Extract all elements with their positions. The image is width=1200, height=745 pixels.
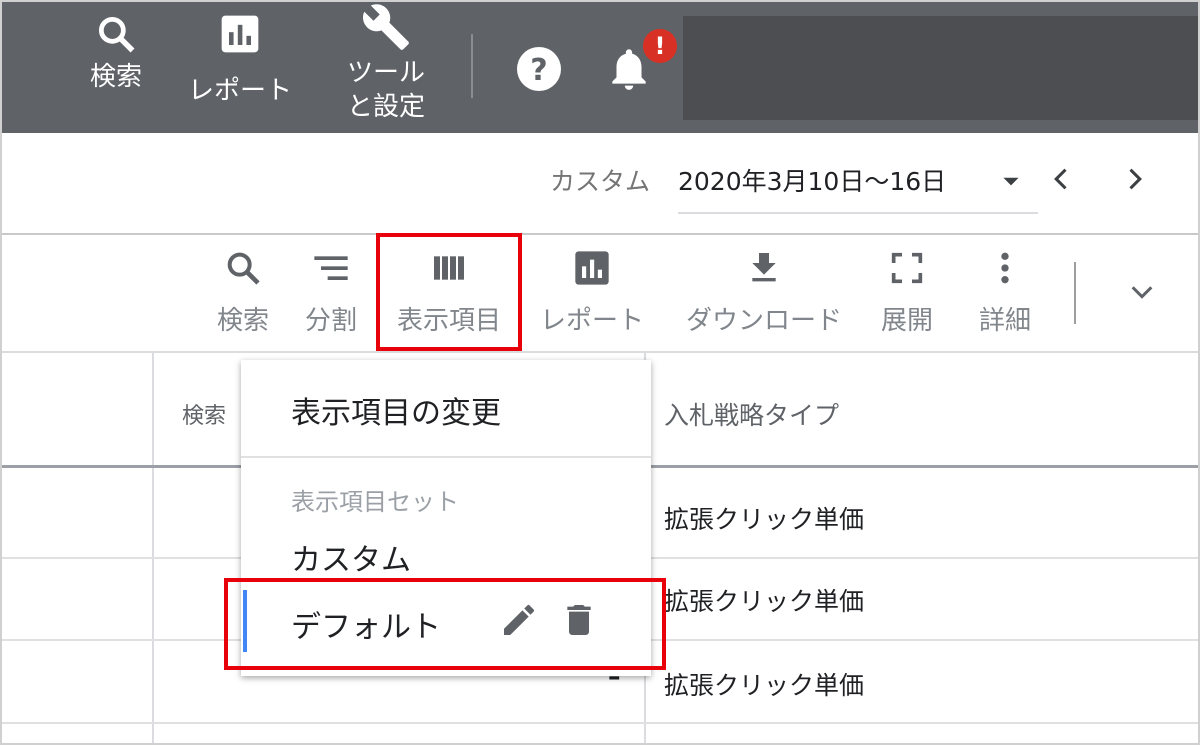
table-top-border [0, 351, 1200, 353]
download-icon [752, 253, 776, 282]
date-range-underline [678, 212, 1038, 214]
table-row-divider [0, 722, 1200, 724]
fullscreen-icon [891, 252, 923, 284]
toolbar-expand-button[interactable]: 展開 [874, 248, 940, 337]
caret-down-icon [1003, 177, 1019, 186]
bar-chart-icon [221, 15, 259, 53]
toolbar-expand-label: 展開 [880, 306, 933, 336]
toolbar-reports-button[interactable]: レポート [534, 248, 650, 337]
column-set-custom[interactable]: カスタム [291, 535, 411, 579]
table-cell-bid-strategy: 拡張クリック単価 [664, 505, 865, 534]
table-cell-bid-strategy: 拡張クリック単価 [664, 587, 865, 616]
topbar-reports-button[interactable]: レポート [180, 12, 300, 108]
segment-icon [314, 256, 348, 280]
toolbar-segment-button[interactable]: 分割 [300, 248, 362, 337]
table-cell-bid-strategy: 拡張クリック単価 [664, 671, 865, 700]
topbar-reports-label: レポート [187, 76, 292, 106]
toolbar-collapse-button[interactable] [1126, 278, 1158, 310]
date-range-value[interactable]: 2020年3月10日～16日 [678, 162, 946, 198]
topbar-tools-button[interactable]: ツール と設定 [338, 2, 434, 124]
toolbar-search-label: 検索 [216, 306, 269, 336]
search-icon [227, 252, 260, 285]
wrench-icon [362, 4, 409, 50]
topbar-tools-label-2: と設定 [346, 92, 425, 122]
toolbar-download-button[interactable]: ダウンロード [678, 248, 850, 337]
toolbar-more-button[interactable]: 詳細 [972, 248, 1038, 337]
table-column-divider [152, 353, 154, 745]
date-range-dropdown-button[interactable] [998, 168, 1024, 198]
date-range-label: カスタム [550, 167, 651, 196]
previous-period-button[interactable] [1048, 164, 1076, 198]
columns-highlight-box [376, 233, 522, 351]
chevron-down-icon [1131, 286, 1153, 299]
column-sets-section-label: 表示項目セット [291, 488, 459, 516]
toolbar-download-label: ダウンロード [685, 306, 842, 336]
toolbar-divider [1074, 262, 1076, 324]
help-icon: ? [517, 47, 561, 91]
topbar-search-label: 検索 [89, 62, 142, 92]
table-header-bid-strategy[interactable]: 入札戦略タイプ [664, 396, 839, 432]
toolbar-more-label: 詳細 [978, 306, 1031, 336]
svg-text:?: ? [530, 53, 547, 88]
table-header-partial[interactable]: 検索 [182, 398, 226, 430]
account-area[interactable] [683, 16, 1200, 120]
chevron-right-icon [1129, 168, 1142, 190]
modify-columns-item[interactable]: 表示項目の変更 [291, 388, 501, 432]
help-button[interactable]: ? [515, 45, 563, 97]
toolbar-search-button[interactable]: 検索 [212, 248, 274, 337]
notification-badge: ! [640, 26, 680, 66]
topbar-search-button[interactable]: 検索 [80, 12, 152, 94]
toolbar-segment-label: 分割 [304, 306, 357, 336]
topbar-divider [471, 34, 473, 98]
bar-chart-icon [575, 251, 609, 285]
default-set-highlight-box [224, 578, 666, 670]
toolbar-reports-label: レポート [539, 306, 644, 336]
search-icon [98, 16, 135, 53]
chevron-left-icon [1054, 168, 1067, 190]
more-vert-icon [1001, 252, 1009, 284]
dropdown-separator [241, 456, 651, 458]
next-period-button[interactable] [1120, 164, 1148, 198]
topbar-tools-label-1: ツール [346, 58, 425, 88]
